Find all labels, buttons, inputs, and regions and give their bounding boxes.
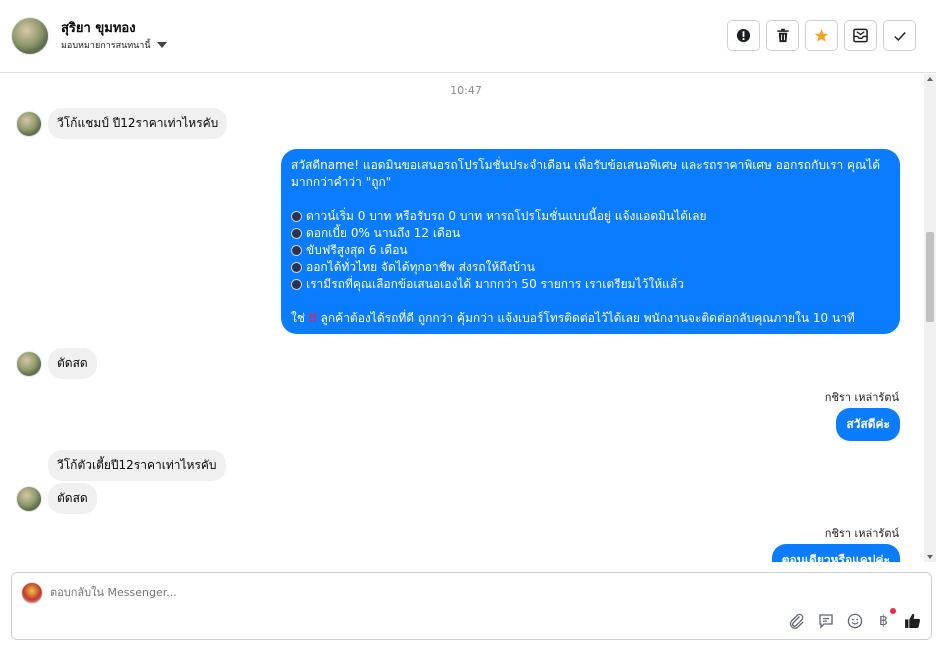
outgoing-promo-message[interactable]: สวัสดีname! แอดมินขอเสนอรถโปรโมชั่นประจำ… [281, 149, 900, 334]
promo-intro-line1: สวัสดีname! แอดมินขอเสนอรถโปรโมชั่นประจำ… [291, 158, 881, 172]
like-button[interactable] [904, 612, 921, 629]
contact-avatar-small[interactable] [16, 350, 42, 377]
conversation-header: สุริยา ขุมทอง มอบหมายการสนทนานี้ [0, 0, 936, 73]
promo-bullet: ดาวน์เริ่ม 0 บาท หรือรับรถ 0 บาท หารถโปร… [291, 208, 890, 225]
outgoing-message[interactable]: สวัสดีค่ะ [836, 408, 900, 441]
incoming-message[interactable]: วีโก้ตัวเตี้ยปี12ราคาเท่าไหรคับ [48, 450, 226, 481]
promo-bullet: เรามีรถที่คุณเลือกข้อเสนอเองได้ มากกว่า … [291, 276, 890, 293]
saved-reply-button[interactable] [817, 612, 834, 629]
incoming-message[interactable]: ตัดสด [48, 348, 97, 379]
payment-button[interactable]: ฿ [875, 608, 896, 629]
scrollbar-thumb[interactable] [926, 232, 934, 322]
incoming-message[interactable]: วีโก้แชมป์ ปี12ราคาเท่าไหรคับ [48, 108, 228, 139]
contact-avatar-small[interactable] [16, 485, 42, 512]
baht-icon: ฿ [879, 612, 888, 629]
promo-bullet: ขับฟรีสูงสุด 6 เดือน [291, 242, 890, 259]
message-composer: ฿ [11, 572, 932, 640]
chat-scrollbar[interactable] [924, 74, 936, 562]
car-bullet-icon [291, 228, 302, 239]
caret-down-icon [156, 42, 167, 48]
car-bullet-icon [291, 279, 302, 290]
composer-tools: ฿ [788, 608, 921, 629]
attach-button[interactable] [788, 612, 805, 629]
contact-avatar[interactable] [11, 17, 49, 55]
star-button[interactable] [805, 20, 838, 51]
promo-bullet-text: ดอกเบี้ย 0% นานถึง 12 เดือน [306, 226, 461, 240]
incoming-message-row: วีโก้แชมป์ ปี12ราคาเท่าไหรคับ [16, 108, 228, 139]
emoji-icon [847, 613, 862, 628]
delete-button[interactable] [766, 20, 799, 51]
double-exclamation-icon: ‼ [309, 311, 317, 325]
spam-button[interactable] [727, 20, 760, 51]
assign-label: มอบหมายการสนทนานี้ [61, 41, 151, 51]
car-bullet-icon [291, 245, 302, 256]
incoming-message-row: วีโก้ตัวเตี้ยปี12ราคาเท่าไหรคับ [48, 450, 226, 481]
outgoing-message[interactable]: ตอนเดียวหรือแคปค่ะ [771, 544, 900, 562]
emoji-button[interactable] [846, 612, 863, 629]
contact-avatar-small[interactable] [16, 110, 42, 137]
page-avatar [21, 582, 43, 604]
attach-icon [789, 613, 803, 629]
promo-intro-line2: มากกว่าคำว่า "ถูก" [291, 175, 392, 189]
notification-dot [890, 608, 896, 614]
incoming-message[interactable]: ตัดสด [48, 483, 97, 514]
saved-reply-icon [818, 613, 833, 629]
promo-bullet-text: ดาวน์เริ่ม 0 บาท หรือรับรถ 0 บาท หารถโปร… [306, 209, 707, 223]
archive-button[interactable] [844, 20, 877, 51]
agent-name: กชิรา เหล่ารัตน์ [824, 527, 899, 540]
conversation-actions [727, 20, 916, 51]
car-bullet-icon [291, 211, 302, 222]
incoming-message-row: ตัดสด [16, 483, 97, 514]
promo-bullet: ดอกเบี้ย 0% นานถึง 12 เดือน [291, 225, 890, 242]
trash-icon [776, 28, 789, 43]
promo-closing-pre: ใช่ [291, 311, 306, 325]
scroll-up-arrow-icon[interactable] [927, 77, 933, 81]
assign-conversation-dropdown[interactable]: มอบหมายการสนทนานี้ [61, 38, 167, 52]
car-bullet-icon [291, 262, 302, 273]
like-icon [905, 613, 920, 628]
agent-name: กชิรา เหล่ารัตน์ [824, 391, 899, 404]
mark-done-button[interactable] [883, 20, 916, 51]
scroll-down-arrow-icon[interactable] [927, 555, 933, 559]
star-icon [814, 28, 829, 42]
promo-closing: ใช่ ‼ ลูกค้าต้องได้รถที่ดี ถูกกว่า คุ้มกว่… [291, 310, 890, 327]
alert-icon [736, 28, 751, 43]
reply-input[interactable] [50, 586, 650, 599]
contact-name[interactable]: สุริยา ขุมทอง [61, 17, 136, 38]
promo-bullet-text: ขับฟรีสูงสุด 6 เดือน [306, 243, 408, 257]
message-timestamp: 10:47 [450, 84, 482, 97]
envelope-archive-icon [853, 28, 868, 43]
promo-bullet-text: ออกได้ทั่วไทย จัดได้ทุกอาชีพ ส่งรถให้ถึง… [306, 260, 535, 274]
promo-bullet: ออกได้ทั่วไทย จัดได้ทุกอาชีพ ส่งรถให้ถึง… [291, 259, 890, 276]
check-icon [893, 31, 906, 41]
message-thread[interactable]: 10:47 วีโก้แชมป์ ปี12ราคาเท่าไหรคับ สวัส… [0, 74, 924, 562]
promo-bullet-text: เรามีรถที่คุณเลือกข้อเสนอเองได้ มากกว่า … [306, 277, 684, 291]
incoming-message-row: ตัดสด [16, 348, 97, 379]
promo-closing-text: ลูกค้าต้องได้รถที่ดี ถูกกว่า คุ้มกว่า แจ… [320, 311, 855, 325]
